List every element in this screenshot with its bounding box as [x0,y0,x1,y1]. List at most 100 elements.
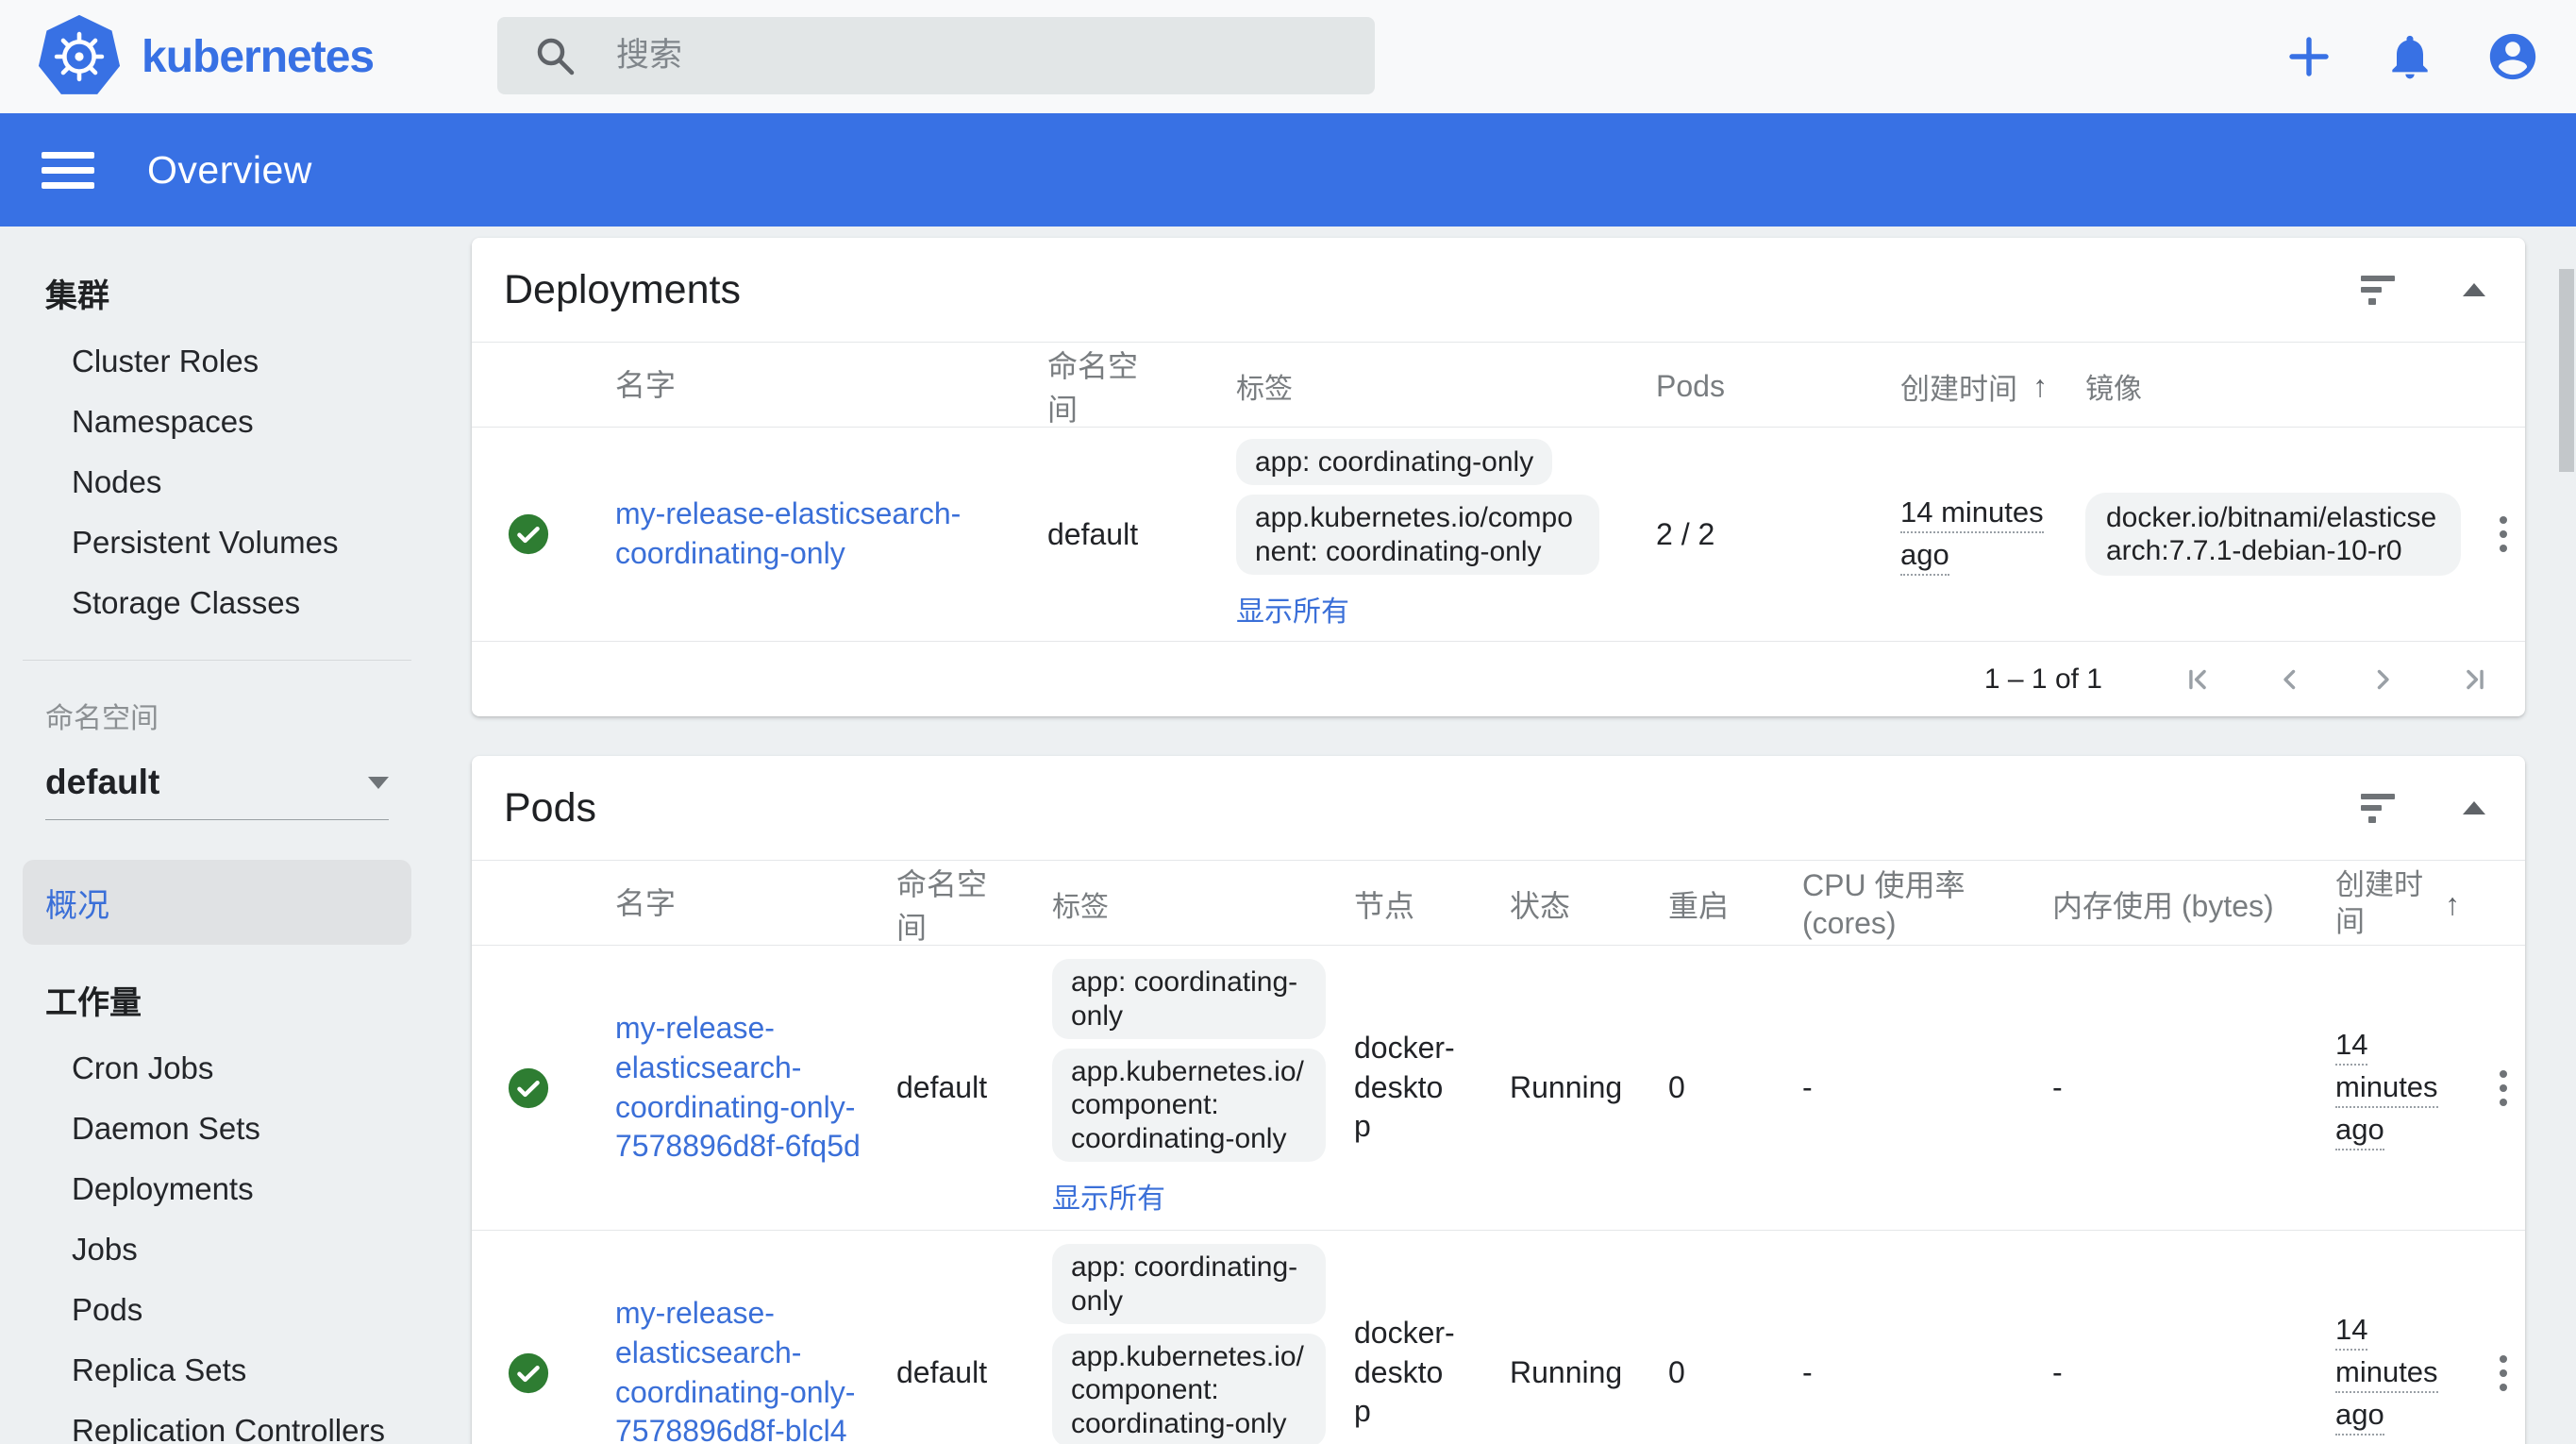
column-header-images[interactable]: 镜像 [2085,365,2482,407]
show-all-link[interactable]: 显示所有 [1052,1175,1165,1217]
pod-name-link[interactable]: my-release-elasticsearch-coordinating-on… [615,1296,855,1444]
pod-restarts: 0 [1642,1355,1774,1390]
column-header-cpu[interactable]: CPU 使用率 (cores) [1774,866,2024,942]
sidebar-item-overview-active[interactable]: 概况 [23,860,411,945]
column-header-node[interactable]: 节点 [1326,882,1481,926]
namespace-selected-value: default [45,763,159,802]
sidebar-item-storage-classes[interactable]: Storage Classes [0,573,434,633]
deployments-card-title: Deployments [504,267,2359,313]
top-header: kubernetes [0,0,2576,113]
label-chip: app: coordinating-only [1236,439,1552,485]
collapse-card-icon[interactable] [2463,283,2485,296]
pod-namespace: default [868,1070,1024,1105]
search-input[interactable] [616,17,1375,94]
pod-memory: - [2024,1070,2307,1105]
notifications-bell-icon[interactable] [2384,30,2436,83]
namespace-select[interactable]: default [45,763,389,820]
pods-card: Pods 名字 命名空间 标签 节点 状态 重启 CPU 使 [472,756,2525,1444]
deployment-pods-count: 2 / 2 [1599,517,1831,552]
pods-table-header: 名字 命名空间 标签 节点 状态 重启 CPU 使用率 (cores) 内存使用… [472,860,2525,945]
appbar: Overview [0,113,2576,227]
page-title: Overview [147,148,312,193]
column-header-restarts[interactable]: 重启 [1642,882,1774,926]
kubernetes-wheel-icon [36,13,123,100]
pod-cpu: - [1774,1355,2024,1390]
label-chip: app.kubernetes.io/component: coordinatin… [1052,1334,1326,1444]
column-header-labels[interactable]: 标签 [1175,365,1599,407]
sidebar-item-overview-label: 概况 [45,880,109,926]
next-page-icon[interactable] [2367,663,2399,696]
column-header-status[interactable]: 状态 [1481,882,1642,926]
pod-name-link[interactable]: my-release-elasticsearch-coordinating-on… [615,1011,861,1163]
deployment-name-link[interactable]: my-release-elasticsearch-coordinating-on… [615,496,961,570]
sidebar-item-namespaces[interactable]: Namespaces [0,392,434,452]
sidebar-item-nodes[interactable]: Nodes [0,452,434,512]
search-icon [533,34,577,77]
status-ok-check-icon [507,512,550,556]
pod-row: my-release-elasticsearch-coordinating-on… [472,1230,2525,1444]
sidebar-item-cron-jobs[interactable]: Cron Jobs [0,1038,434,1099]
show-all-link[interactable]: 显示所有 [1236,588,1349,630]
page-scrollbar[interactable] [2559,269,2574,472]
search-bar[interactable] [497,17,1375,94]
label-chip: app: coordinating-only [1052,1244,1326,1324]
row-menu-kebab-icon[interactable] [2494,1350,2513,1397]
filter-icon[interactable] [2359,274,2397,306]
sidebar-item-deployments[interactable]: Deployments [0,1159,434,1219]
sidebar-item-daemon-sets[interactable]: Daemon Sets [0,1099,434,1159]
deployments-pagination: 1 – 1 of 1 [472,641,2525,716]
sort-ascending-icon: ↑ [2445,887,2460,922]
column-header-namespace[interactable]: 命名空间 [868,861,1024,948]
sidebar-item-replication-controllers[interactable]: Replication Controllers [0,1401,434,1444]
column-header-name[interactable]: 名字 [585,366,981,406]
deployment-namespace: default [981,517,1175,552]
column-header-created[interactable]: 创建时间 ↑ [1831,365,2085,408]
pod-node: docker-desktop [1326,1029,1481,1147]
brand-name: kubernetes [142,31,374,83]
sidebar-item-pods[interactable]: Pods [0,1280,434,1340]
main-content: Deployments 名字 命名空间 标签 Pods 创建时间 [434,227,2576,1444]
sidebar-item-cluster-roles[interactable]: Cluster Roles [0,331,434,392]
column-header-namespace[interactable]: 命名空间 [981,343,1175,429]
image-chip: docker.io/bitnami/elasticsearch:7.7.1-de… [2085,493,2461,577]
sidebar-section-cluster: 集群 [45,270,434,316]
pod-status: Running [1481,1070,1642,1105]
kubernetes-logo[interactable]: kubernetes [36,13,374,100]
pod-created: 14 minutes ago [2335,1028,2438,1150]
sort-ascending-icon: ↑ [2032,369,2048,404]
column-header-created[interactable]: 创建时间 ↑ [2307,867,2482,941]
chevron-down-icon [368,777,389,789]
previous-page-icon[interactable] [2274,663,2306,696]
column-header-name[interactable]: 名字 [585,884,868,924]
status-ok-check-icon [507,1066,550,1110]
column-header-pods[interactable]: Pods [1599,369,1831,404]
deployment-created: 14 minutes ago [1900,495,2044,576]
pod-restarts: 0 [1642,1070,1774,1105]
create-plus-icon[interactable] [2283,31,2334,82]
deployments-card: Deployments 名字 命名空间 标签 Pods 创建时间 [472,238,2525,716]
menu-hamburger-icon[interactable] [42,152,94,189]
first-page-icon[interactable] [2182,663,2214,696]
filter-icon[interactable] [2359,792,2397,824]
sidebar-item-jobs[interactable]: Jobs [0,1219,434,1280]
column-header-memory[interactable]: 内存使用 (bytes) [2024,882,2307,926]
pod-namespace: default [868,1355,1024,1390]
row-menu-kebab-icon[interactable] [2494,1065,2513,1112]
deployment-row: my-release-elasticsearch-coordinating-on… [472,427,2525,641]
label-chip: app.kubernetes.io/component: coordinatin… [1052,1049,1326,1162]
collapse-card-icon[interactable] [2463,801,2485,814]
sidebar-divider [23,660,411,661]
column-header-labels[interactable]: 标签 [1024,883,1326,925]
sidebar-item-persistent-volumes[interactable]: Persistent Volumes [0,512,434,573]
header-actions [2283,0,2540,113]
last-page-icon[interactable] [2459,663,2491,696]
pod-created: 14 minutes ago [2335,1313,2438,1436]
label-chip: app: coordinating-only [1052,959,1326,1039]
pagination-range: 1 – 1 of 1 [1984,663,2102,696]
sidebar-section-workloads: 工作量 [45,977,434,1023]
row-menu-kebab-icon[interactable] [2494,511,2513,558]
account-user-icon[interactable] [2485,29,2540,84]
sidebar-item-replica-sets[interactable]: Replica Sets [0,1340,434,1401]
pod-status: Running [1481,1355,1642,1390]
deployments-table-header: 名字 命名空间 标签 Pods 创建时间 ↑ 镜像 [472,342,2525,427]
